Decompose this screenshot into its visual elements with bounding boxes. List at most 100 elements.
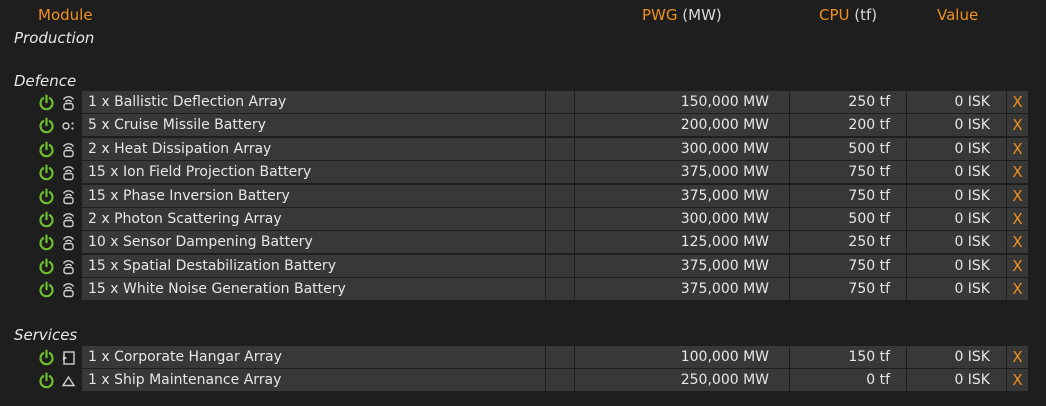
cpu-value: 500 tf	[790, 208, 906, 230]
module-name: 5 x Cruise Missile Battery	[82, 114, 545, 137]
isk-value: 0 ISK	[907, 346, 1006, 368]
module-name: 1 x Corporate Hangar Array	[82, 346, 545, 368]
power-toggle-icon[interactable]	[38, 94, 55, 111]
power-toggle-icon[interactable]	[38, 164, 55, 181]
module-name: 2 x Photon Scattering Array	[82, 208, 545, 230]
hangar-icon	[61, 349, 76, 366]
online-status-icon	[61, 164, 76, 181]
power-toggle-icon[interactable]	[38, 117, 55, 134]
cpu-value: 150 tf	[790, 346, 906, 368]
module-row[interactable]: 1 x Ship Maintenance Array 250,000 MW 0 tf…	[0, 369, 1046, 392]
remove-module-button[interactable]: X	[1007, 369, 1028, 392]
module-name: 1 x Ship Maintenance Array	[82, 369, 545, 392]
module-row[interactable]: 2 x Heat Dissipation Array 300,000 MW 500 …	[0, 137, 1046, 161]
power-toggle-icon[interactable]	[38, 281, 55, 298]
pwg-value: 375,000 MW	[575, 161, 789, 184]
module-name: 15 x Spatial Destabilization Battery	[82, 254, 545, 277]
empty-cell	[546, 369, 574, 392]
value-column-header[interactable]: Value	[937, 6, 978, 26]
cpu-value: 750 tf	[790, 254, 906, 277]
module-row[interactable]: 1 x Corporate Hangar Array 100,000 MW 150 …	[0, 346, 1046, 369]
empty-cell	[546, 91, 574, 113]
module-row[interactable]: 15 x Ion Field Projection Battery 375,000…	[0, 161, 1046, 184]
online-status-icon	[61, 94, 76, 111]
module-row[interactable]: 5 x Cruise Missile Battery 200,000 MW 200 …	[0, 114, 1046, 137]
empty-cell	[546, 184, 574, 207]
isk-value: 0 ISK	[907, 231, 1006, 254]
pwg-value: 300,000 MW	[575, 137, 789, 160]
online-status-icon	[61, 211, 76, 228]
group-label-services: Services	[14, 326, 78, 344]
isk-value: 0 ISK	[907, 184, 1006, 207]
pwg-value: 125,000 MW	[575, 231, 789, 254]
cpu-value: 200 tf	[790, 114, 906, 137]
remove-module-button[interactable]: X	[1007, 91, 1028, 113]
cpu-value: 250 tf	[790, 91, 906, 113]
module-name: 2 x Heat Dissipation Array	[82, 137, 545, 160]
remove-module-button[interactable]: X	[1007, 231, 1028, 254]
online-status-icon	[61, 281, 76, 298]
module-row[interactable]: 15 x White Noise Generation Battery 375,0…	[0, 278, 1046, 301]
pwg-header-label: PWG	[642, 6, 678, 24]
remove-module-button[interactable]: X	[1007, 346, 1028, 368]
empty-cell	[546, 137, 574, 160]
isk-value: 0 ISK	[907, 114, 1006, 137]
empty-cell	[546, 231, 574, 254]
module-column-header[interactable]: Module	[38, 6, 93, 26]
remove-module-button[interactable]: X	[1007, 184, 1028, 207]
cpu-value: 750 tf	[790, 278, 906, 301]
module-row[interactable]: 10 x Sensor Dampening Battery 125,000 MW 2…	[0, 231, 1046, 254]
power-toggle-icon[interactable]	[38, 372, 55, 389]
remove-module-button[interactable]: X	[1007, 254, 1028, 277]
empty-cell	[546, 161, 574, 184]
power-toggle-icon[interactable]	[38, 211, 55, 228]
isk-value: 0 ISK	[907, 137, 1006, 160]
isk-value: 0 ISK	[907, 369, 1006, 392]
remove-module-button[interactable]: X	[1007, 137, 1028, 160]
power-toggle-icon[interactable]	[38, 188, 55, 205]
module-row[interactable]: 15 x Spatial Destabilization Battery 375,…	[0, 254, 1046, 278]
remove-module-button[interactable]: X	[1007, 161, 1028, 184]
module-row[interactable]: 1 x Ballistic Deflection Array 150,000 MW…	[0, 91, 1046, 114]
power-toggle-icon[interactable]	[38, 258, 55, 275]
pwg-column-header[interactable]: PWG (MW)	[642, 6, 722, 26]
remove-module-button[interactable]: X	[1007, 208, 1028, 230]
pwg-value: 375,000 MW	[575, 184, 789, 207]
module-name: 15 x Phase Inversion Battery	[82, 184, 545, 207]
online-status-icon	[61, 141, 76, 158]
cpu-column-header[interactable]: CPU (tf)	[819, 6, 877, 26]
group-label-defence: Defence	[14, 72, 77, 90]
pwg-value: 300,000 MW	[575, 208, 789, 230]
remove-module-button[interactable]: X	[1007, 114, 1028, 137]
empty-cell	[546, 278, 574, 301]
isk-value: 0 ISK	[907, 91, 1006, 113]
production-group-label: Production	[14, 29, 95, 47]
online-status-icon	[61, 234, 76, 251]
cpu-header-label: CPU	[819, 6, 850, 24]
cpu-value: 750 tf	[790, 161, 906, 184]
empty-cell	[546, 346, 574, 368]
isk-value: 0 ISK	[907, 161, 1006, 184]
empty-cell	[546, 254, 574, 277]
isk-value: 0 ISK	[907, 254, 1006, 277]
cpu-value: 500 tf	[790, 137, 906, 160]
power-toggle-icon[interactable]	[38, 141, 55, 158]
pwg-value: 375,000 MW	[575, 278, 789, 301]
ship-maintenance-icon	[61, 372, 76, 389]
empty-cell	[546, 114, 574, 137]
empty-cell	[546, 208, 574, 230]
cpu-value: 0 tf	[790, 369, 906, 392]
module-name: 15 x White Noise Generation Battery	[82, 278, 545, 301]
online-status-icon	[61, 258, 76, 275]
module-name: 10 x Sensor Dampening Battery	[82, 231, 545, 254]
module-row[interactable]: 15 x Phase Inversion Battery 375,000 MW 75…	[0, 184, 1046, 208]
pwg-header-unit: (MW)	[682, 6, 722, 24]
pwg-value: 375,000 MW	[575, 254, 789, 277]
power-toggle-icon[interactable]	[38, 349, 55, 366]
power-toggle-icon[interactable]	[38, 234, 55, 251]
pwg-value: 250,000 MW	[575, 369, 789, 392]
module-row[interactable]: 2 x Photon Scattering Array 300,000 MW 500…	[0, 208, 1046, 231]
online-status-icon	[61, 188, 76, 205]
remove-module-button[interactable]: X	[1007, 278, 1028, 301]
isk-value: 0 ISK	[907, 208, 1006, 230]
